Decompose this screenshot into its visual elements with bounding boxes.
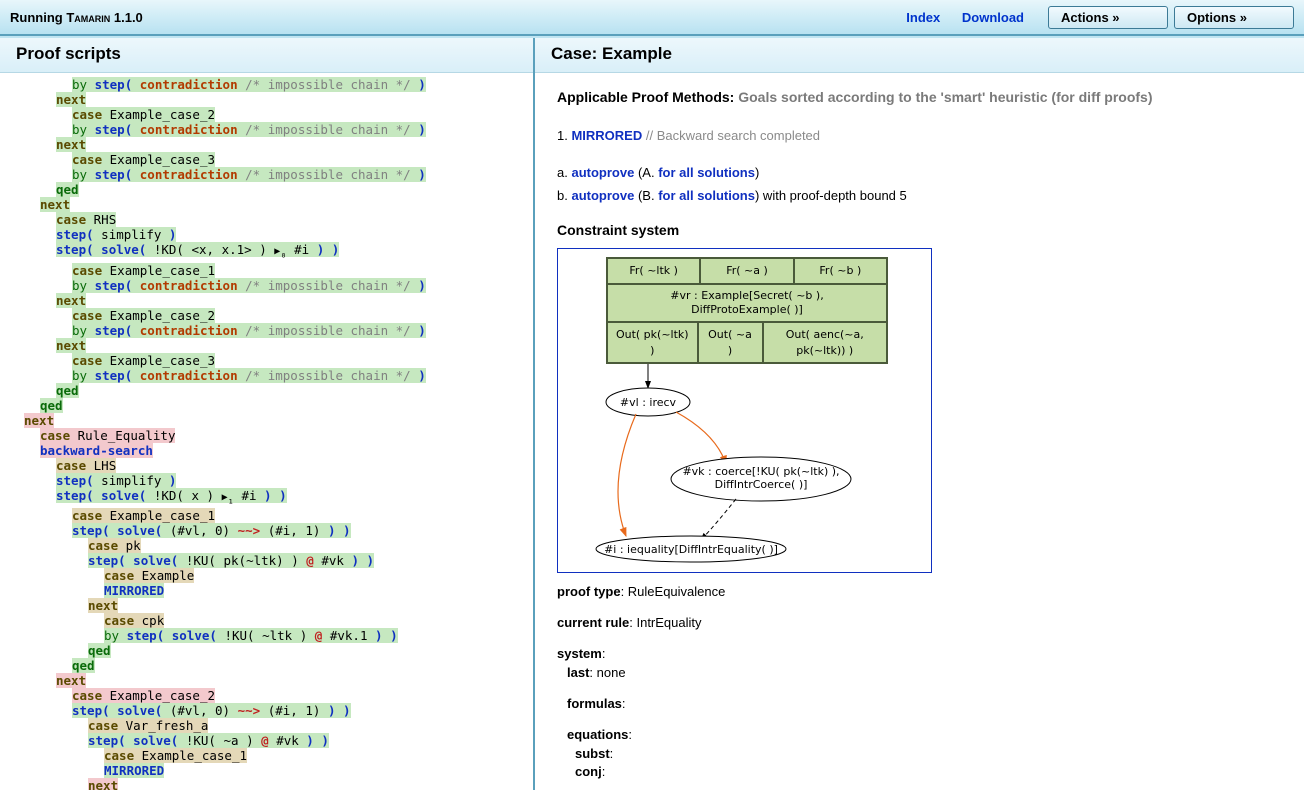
proof-line[interactable]: MIRRORED (8, 763, 525, 778)
formulas-block: formulas: (557, 695, 1282, 714)
svg-text:DiffIntrCoerce( )]: DiffIntrCoerce( )] (715, 478, 808, 491)
proof-line[interactable]: case Example_case_1 (8, 748, 525, 763)
running-label: Running Tamarin 1.1.0 (10, 10, 143, 25)
proof-line[interactable]: by step( contradiction /* impossible cha… (8, 77, 525, 92)
proof-line[interactable]: case Example_case_2 (8, 107, 525, 122)
index-link[interactable]: Index (906, 10, 940, 25)
proof-line[interactable]: case RHS (8, 212, 525, 227)
proof-line[interactable]: case Example_case_3 (8, 152, 525, 167)
system-block: system: last: none (557, 645, 1282, 683)
proof-line[interactable]: next (8, 197, 525, 212)
case-pane: Case: Example Applicable Proof Methods: … (535, 36, 1304, 790)
proof-line[interactable]: MIRRORED (8, 583, 525, 598)
method-b: b. autoprove (B. for all solutions) with… (557, 187, 1282, 206)
topbar: Running Tamarin 1.1.0 Index Download Act… (0, 0, 1304, 36)
graph-cell: Out( ~a ) (698, 322, 763, 364)
options-button[interactable]: Options » (1174, 6, 1294, 29)
mirrored-link[interactable]: MIRRORED (571, 128, 642, 143)
proof-line[interactable]: step( solve( !KU( pk(~ltk) ) @ #vk ) ) (8, 553, 525, 568)
constraint-system-header: Constraint system (557, 220, 1282, 240)
proof-line[interactable]: by step( contradiction /* impossible cha… (8, 368, 525, 383)
proof-line[interactable]: next (8, 338, 525, 353)
case-body[interactable]: Applicable Proof Methods: Goals sorted a… (535, 73, 1304, 790)
proof-line[interactable]: by step( solve( !KU( ~ltk ) @ #vk.1 ) ) (8, 628, 525, 643)
constraint-svg: #vl : irecv #vk : coerce[!KU( pk(~ltk) )… (566, 364, 926, 564)
proof-line[interactable]: step( simplify ) (8, 227, 525, 242)
proof-line[interactable]: case LHS (8, 458, 525, 473)
equations-block: equations: subst: conj: (557, 726, 1282, 783)
case-title: Case: Example (535, 36, 1304, 73)
proof-line[interactable]: case Example_case_3 (8, 353, 525, 368)
proof-line[interactable]: next (8, 413, 525, 428)
actions-button[interactable]: Actions » (1048, 6, 1168, 29)
constraint-graph: Fr( ~ltk ) Fr( ~a ) Fr( ~b ) #vr : Examp… (557, 248, 932, 573)
proof-line[interactable]: next (8, 778, 525, 790)
graph-rule-table: Fr( ~ltk ) Fr( ~a ) Fr( ~b ) #vr : Examp… (606, 257, 888, 364)
proof-line[interactable]: case Example_case_1 (8, 508, 525, 523)
proof-line[interactable]: qed (8, 398, 525, 413)
proof-line[interactable]: case Rule_Equality (8, 428, 525, 443)
graph-cell: Fr( ~ltk ) (607, 258, 700, 284)
download-link[interactable]: Download (962, 10, 1024, 25)
proof-line[interactable]: by step( contradiction /* impossible cha… (8, 122, 525, 137)
proof-type: proof type: RuleEquivalence (557, 583, 1282, 602)
proof-line[interactable]: next (8, 598, 525, 613)
proof-line[interactable]: case Example_case_2 (8, 308, 525, 323)
proof-scripts-title: Proof scripts (0, 36, 533, 73)
graph-cell: Fr( ~a ) (700, 258, 793, 284)
proof-line[interactable]: case Example_case_1 (8, 263, 525, 278)
proof-line[interactable]: step( solve( (#vl, 0) ~~> (#i, 1) ) ) (8, 703, 525, 718)
proof-line[interactable]: by step( contradiction /* impossible cha… (8, 278, 525, 293)
top-links: Index Download (906, 10, 1042, 25)
method-a: a. autoprove (A. for all solutions) (557, 164, 1282, 183)
svg-text:#vl : irecv: #vl : irecv (620, 396, 677, 409)
proof-scripts-body[interactable]: by step( contradiction /* impossible cha… (0, 73, 533, 790)
method-1: 1. MIRRORED // Backward search completed (557, 127, 1282, 146)
proof-line[interactable]: case Example (8, 568, 525, 583)
proof-line[interactable]: next (8, 293, 525, 308)
proof-line[interactable]: by step( contradiction /* impossible cha… (8, 323, 525, 338)
forall-a-link[interactable]: for all solutions (658, 165, 755, 180)
proof-line[interactable]: case Example_case_2 (8, 688, 525, 703)
proof-line[interactable]: qed (8, 383, 525, 398)
proof-line[interactable]: case Var_fresh_a (8, 718, 525, 733)
svg-text:#i : iequality[DiffIntrEqualit: #i : iequality[DiffIntrEquality( )] (604, 543, 778, 556)
proof-line[interactable]: qed (8, 182, 525, 197)
proof-line[interactable]: case pk (8, 538, 525, 553)
autoprove-b-link[interactable]: autoprove (571, 188, 634, 203)
proof-line[interactable]: next (8, 673, 525, 688)
autoprove-a-link[interactable]: autoprove (571, 165, 634, 180)
current-rule: current rule: IntrEquality (557, 614, 1282, 633)
proof-line[interactable]: step( solve( !KD( <x, x.1> ) ▶₀ #i ) ) (8, 242, 525, 263)
proof-line[interactable]: next (8, 137, 525, 152)
proof-line[interactable]: qed (8, 643, 525, 658)
graph-cell: Out( pk(~ltk) ) (607, 322, 698, 364)
proof-line[interactable]: case cpk (8, 613, 525, 628)
graph-cell: #vr : Example[Secret( ~b ),DiffProtoExam… (607, 284, 887, 322)
proof-scripts-pane: Proof scripts by step( contradiction /* … (0, 36, 535, 790)
svg-text:#vk : coerce[!KU( pk(~ltk) ),: #vk : coerce[!KU( pk(~ltk) ), (682, 465, 839, 478)
forall-b-link[interactable]: for all solutions (658, 188, 755, 203)
proof-line[interactable]: qed (8, 658, 525, 673)
proof-line[interactable]: step( solve( (#vl, 0) ~~> (#i, 1) ) ) (8, 523, 525, 538)
proof-line[interactable]: next (8, 92, 525, 107)
proof-line[interactable]: backward-search (8, 443, 525, 458)
graph-cell: Fr( ~b ) (794, 258, 887, 284)
proof-line[interactable]: step( solve( !KD( x ) ▶₁ #i ) ) (8, 488, 525, 509)
methods-header: Applicable Proof Methods: Goals sorted a… (557, 87, 1282, 107)
graph-cell: Out( aenc(~a, pk(~ltk)) ) (763, 322, 888, 364)
proof-line[interactable]: step( solve( !KU( ~a ) @ #vk ) ) (8, 733, 525, 748)
proof-line[interactable]: step( simplify ) (8, 473, 525, 488)
proof-line[interactable]: by step( contradiction /* impossible cha… (8, 167, 525, 182)
